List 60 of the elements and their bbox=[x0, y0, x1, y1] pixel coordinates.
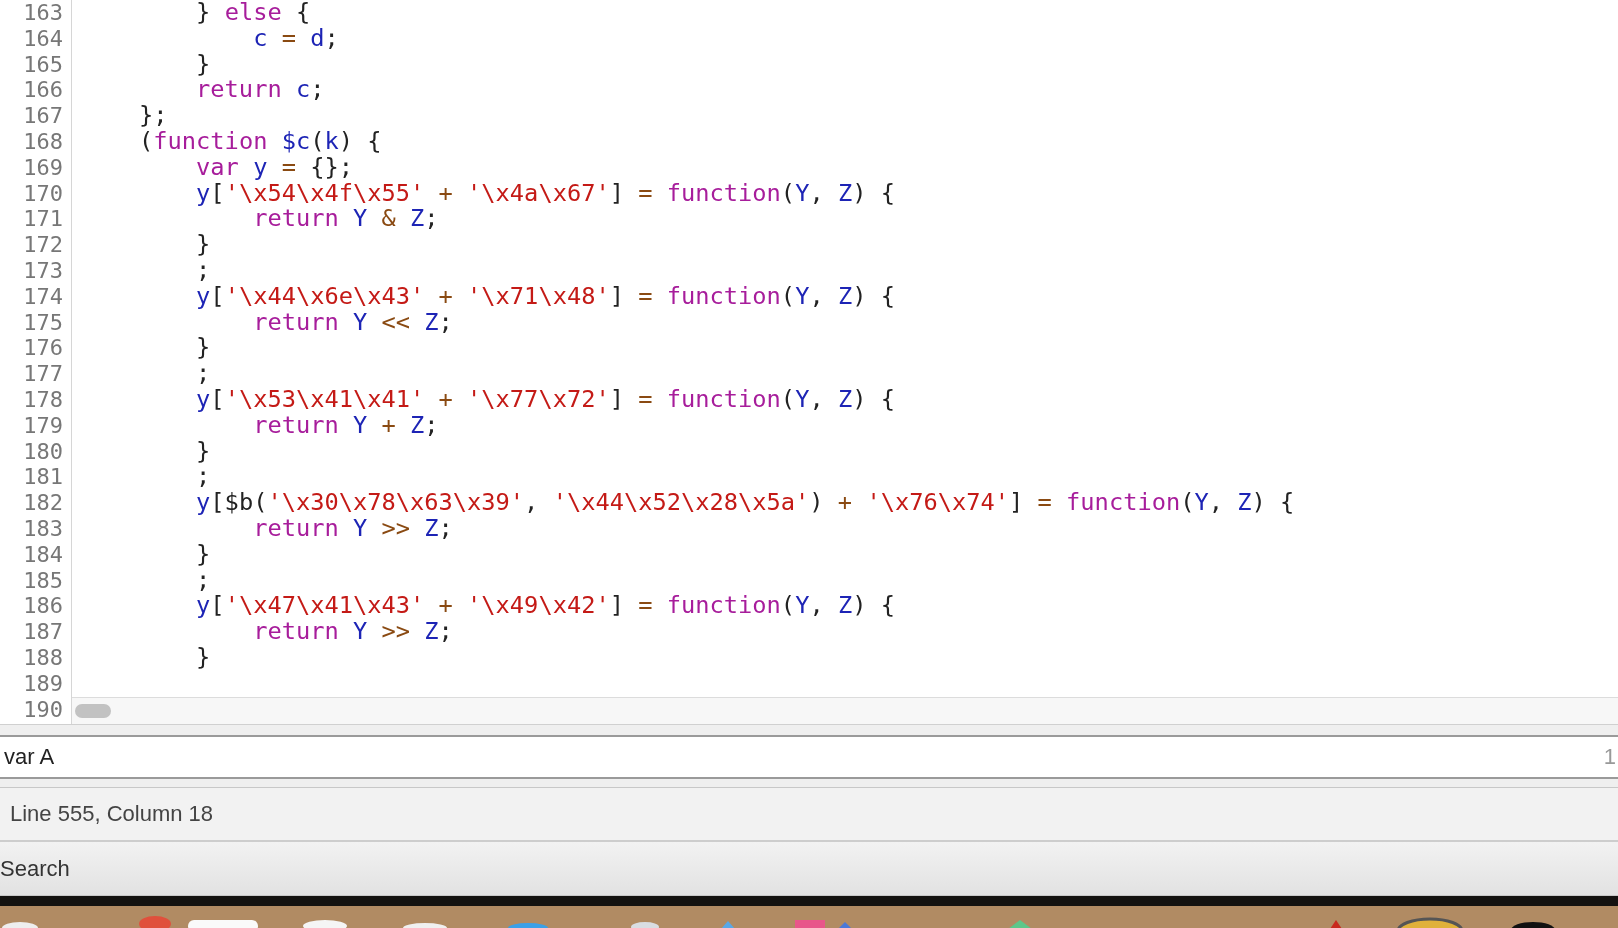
code-line: y['\x54\x4f\x55' + '\x4a\x67'] = function(Y, Z) { bbox=[195, 180, 896, 207]
code-line: return Y & Z; bbox=[252, 206, 440, 233]
line-number: 177 bbox=[23, 361, 64, 387]
line-number: 166 bbox=[23, 77, 64, 104]
line-number: 163 bbox=[23, 0, 64, 26]
line-number: 190 bbox=[23, 696, 64, 723]
line-number: 165 bbox=[23, 51, 64, 78]
line-number: 173 bbox=[23, 257, 64, 284]
code-line: (function $c(k) { bbox=[138, 129, 383, 155]
code-line: y['\x44\x6e\x43' + '\x71\x48'] = function(Y, Z) { bbox=[195, 283, 896, 310]
code-line: } bbox=[195, 541, 212, 568]
line-number: 178 bbox=[23, 386, 64, 413]
code-line: ; bbox=[195, 464, 212, 491]
line-number: 170 bbox=[23, 180, 64, 207]
line-number: 184 bbox=[23, 541, 64, 568]
line-number: 187 bbox=[23, 619, 64, 645]
line-number: 188 bbox=[23, 644, 64, 671]
code-line: return c; bbox=[195, 77, 326, 104]
line-number: 176 bbox=[23, 335, 64, 362]
code-line: return Y << Z; bbox=[252, 309, 454, 336]
code-line: ; bbox=[195, 567, 212, 594]
code-line: y[$b('\x30\x78\x63\x39', '\x44\x52\x28\x5a') + '\x76\x74'] = function(Y, Z) { bbox=[195, 490, 1296, 516]
horizontal-scrollbar[interactable] bbox=[72, 697, 1618, 724]
search-tab[interactable]: Search bbox=[0, 855, 70, 882]
code-line: c = d; bbox=[252, 25, 340, 52]
code-line: } bbox=[195, 438, 212, 465]
match-count: 1 bbox=[1603, 744, 1617, 770]
line-number: 183 bbox=[23, 515, 64, 542]
line-number: 186 bbox=[23, 593, 64, 620]
scrollbar-thumb[interactable] bbox=[75, 704, 111, 718]
line-number: 167 bbox=[23, 103, 64, 129]
code-line: y['\x47\x41\x43' + '\x49\x42'] = function(Y, Z) { bbox=[195, 593, 896, 620]
line-number: 169 bbox=[23, 154, 64, 181]
code-line: } bbox=[195, 644, 212, 671]
line-number: 174 bbox=[23, 283, 64, 310]
line-number: 181 bbox=[23, 464, 64, 491]
code-line: } else { bbox=[195, 0, 312, 26]
line-number: 168 bbox=[23, 129, 64, 155]
line-number: 179 bbox=[23, 412, 64, 439]
line-number: 175 bbox=[23, 309, 64, 336]
code-line: return Y + Z; bbox=[252, 412, 440, 439]
line-number: 185 bbox=[23, 567, 64, 594]
line-number: 182 bbox=[23, 490, 64, 516]
code-line: return Y >> Z; bbox=[252, 619, 454, 645]
code-line: y['\x53\x41\x41' + '\x77\x72'] = function(Y, Z) { bbox=[195, 386, 896, 413]
cursor-position: Line 555, Column 18 bbox=[10, 801, 214, 827]
search-field[interactable]: var A bbox=[0, 737, 1604, 777]
line-number: 189 bbox=[23, 670, 64, 697]
line-number: 180 bbox=[23, 438, 64, 465]
line-number: 172 bbox=[23, 232, 64, 258]
code-line: ; bbox=[195, 257, 212, 284]
code-line: ; bbox=[195, 361, 212, 387]
code-line: return Y >> Z; bbox=[253, 515, 454, 542]
code-line: } bbox=[195, 51, 212, 78]
code-line: } bbox=[195, 232, 212, 258]
code-line: }; bbox=[138, 103, 169, 129]
code-line: var y = {}; bbox=[195, 154, 354, 181]
line-number: 171 bbox=[23, 206, 64, 233]
code-line: } bbox=[195, 335, 212, 362]
line-number: 164 bbox=[23, 25, 64, 52]
